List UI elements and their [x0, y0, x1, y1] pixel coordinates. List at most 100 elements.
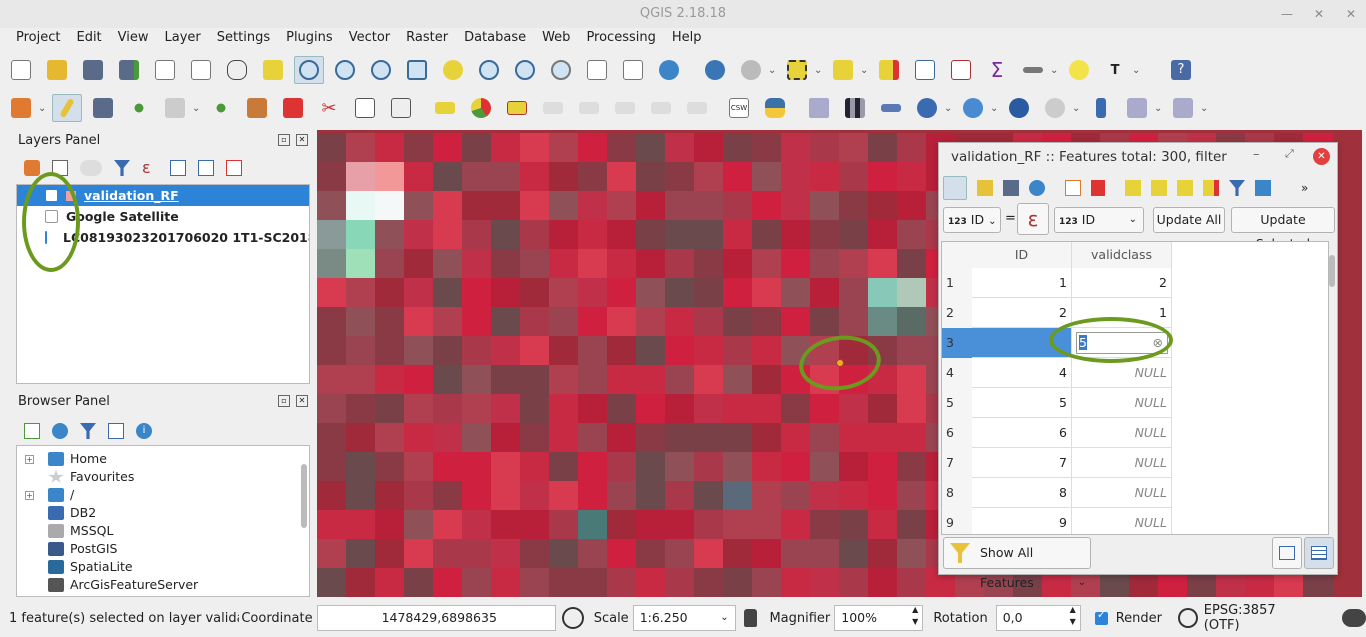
show-features-dropdown[interactable]: Show All Features ⌄	[943, 537, 1091, 590]
close-panel-icon[interactable]: ✕	[296, 395, 308, 407]
cell-id[interactable]: 9	[972, 508, 1072, 534]
close-window-icon[interactable]: ✕	[1346, 0, 1356, 28]
delete-selected-icon[interactable]	[1091, 180, 1105, 196]
crs-globe-icon[interactable]	[1177, 608, 1198, 628]
cell-validclass[interactable]: NULL	[1072, 448, 1172, 478]
cell-id[interactable]: 2	[972, 298, 1072, 328]
close-icon[interactable]: ✕	[1313, 148, 1330, 165]
float-panel-icon[interactable]: ▫	[278, 395, 290, 407]
deselect-icon[interactable]	[874, 56, 904, 84]
new-bookmark-icon[interactable]	[582, 56, 612, 84]
row-header[interactable]: 3	[942, 328, 972, 358]
python-console-icon[interactable]	[760, 94, 790, 122]
pin-labels-icon[interactable]	[538, 94, 568, 122]
cell-validclass[interactable]: 2	[1072, 268, 1172, 298]
topology-icon[interactable]	[1122, 94, 1152, 122]
expand-icon[interactable]	[25, 527, 34, 536]
visibility-icon[interactable]	[80, 160, 102, 176]
expand-icon[interactable]	[25, 545, 34, 554]
chevron-down-icon[interactable]: ⌄	[38, 103, 46, 114]
cell-id[interactable]: 5	[972, 388, 1072, 418]
gps-icon[interactable]	[1086, 94, 1116, 122]
table-row[interactable]: 9 9 NULL	[942, 508, 1172, 534]
table-scrollbar[interactable]	[1329, 255, 1335, 287]
new-print-composer-icon[interactable]	[150, 56, 180, 84]
toggle-editing-icon[interactable]	[943, 176, 967, 200]
csw-icon[interactable]: CSW	[724, 94, 754, 122]
toggle-extents-icon[interactable]	[561, 607, 584, 629]
add-feature-icon[interactable]	[1065, 180, 1081, 196]
value-select[interactable]: 123 ID ⌄	[1054, 207, 1144, 233]
column-header-id[interactable]: ID	[972, 242, 1072, 268]
scale-combobox[interactable]: 1:6.250 ⌄	[632, 605, 736, 631]
chevron-down-icon[interactable]: ⌄	[1132, 65, 1140, 76]
layer-diagram-icon[interactable]	[466, 94, 496, 122]
expression-filter-icon[interactable]: ε	[142, 160, 158, 176]
open-field-calculator-icon[interactable]	[946, 56, 976, 84]
expand-all-icon[interactable]	[170, 160, 186, 176]
row-header[interactable]: 1	[942, 268, 972, 298]
cell-id[interactable]: 7	[972, 448, 1072, 478]
multi-edit-icon[interactable]	[977, 180, 993, 196]
save-project-icon[interactable]	[78, 56, 108, 84]
refresh-icon[interactable]	[654, 56, 684, 84]
menu-vector[interactable]: Vector	[341, 28, 398, 50]
form-view-button[interactable]	[1272, 537, 1302, 569]
add-wms-layer-icon[interactable]	[958, 94, 988, 122]
menu-processing[interactable]: Processing	[578, 28, 663, 50]
browser-item[interactable]: ArcGisFeatureServer	[17, 576, 309, 594]
expand-icon[interactable]	[25, 509, 34, 518]
snapping-icon[interactable]	[912, 94, 942, 122]
scrollbar[interactable]	[301, 464, 307, 528]
zoom-layer-icon[interactable]	[474, 56, 504, 84]
table-row[interactable]: 7 7 NULL	[942, 448, 1172, 478]
paste-features-icon[interactable]	[386, 94, 416, 122]
zoom-in-icon[interactable]	[294, 56, 324, 84]
measure-line-icon[interactable]	[1018, 56, 1048, 84]
select-all-icon[interactable]	[1151, 180, 1167, 196]
save-edits-icon[interactable]	[1003, 180, 1019, 196]
add-feature-icon[interactable]	[124, 94, 154, 122]
browser-item[interactable]: + /	[17, 486, 309, 504]
lock-scale-icon[interactable]	[743, 609, 758, 627]
geometry-checker-icon[interactable]	[1168, 94, 1198, 122]
update-all-button[interactable]: Update All	[1153, 207, 1225, 233]
chevron-down-icon[interactable]: ⌄	[944, 103, 952, 114]
filter-icon[interactable]	[114, 160, 130, 176]
new-project-icon[interactable]	[6, 56, 36, 84]
row-header[interactable]: 4	[942, 358, 972, 388]
zoom-native-icon[interactable]	[366, 56, 396, 84]
zoom-full-icon[interactable]	[402, 56, 432, 84]
select-by-expression-icon[interactable]	[828, 56, 858, 84]
show-bookmarks-icon[interactable]	[618, 56, 648, 84]
composer-manager-icon[interactable]	[186, 56, 216, 84]
row-header[interactable]: 9	[942, 508, 972, 534]
layer-style-icon[interactable]	[24, 160, 40, 176]
field-select[interactable]: 123 ID ⌄	[943, 207, 1001, 233]
close-window-icon[interactable]: ✕	[1314, 0, 1324, 28]
delete-selected-icon[interactable]	[278, 94, 308, 122]
table-row[interactable]: 112	[942, 268, 1172, 298]
cut-features-icon[interactable]: ✂	[314, 94, 344, 122]
select-by-expression-icon[interactable]	[1125, 180, 1141, 196]
expand-icon[interactable]: +	[25, 454, 34, 464]
expand-icon[interactable]	[25, 581, 34, 590]
browser-item[interactable]: MSSQL	[17, 522, 309, 540]
move-feature-icon[interactable]	[160, 94, 190, 122]
float-panel-icon[interactable]: ▫	[278, 134, 290, 146]
browser-item[interactable]: PostGIS	[17, 540, 309, 558]
chevron-down-icon[interactable]: ⌄	[192, 103, 200, 114]
filter-selected-icon[interactable]	[1229, 180, 1245, 196]
cell-validclass[interactable]: NULL	[1072, 388, 1172, 418]
table-row[interactable]: 5 5 NULL	[942, 388, 1172, 418]
raster-tools-icon[interactable]	[840, 94, 870, 122]
row-header[interactable]: 7	[942, 448, 972, 478]
open-project-icon[interactable]	[42, 56, 72, 84]
restore-icon[interactable]: ⤢	[1285, 147, 1294, 161]
chevron-down-icon[interactable]: ⌄	[1200, 103, 1208, 114]
minimize-icon[interactable]: –	[1253, 147, 1260, 162]
node-edit-icon[interactable]	[242, 94, 272, 122]
row-header[interactable]: 8	[942, 478, 972, 508]
minimize-icon[interactable]: —	[1281, 0, 1293, 28]
move-label-icon[interactable]	[610, 94, 640, 122]
